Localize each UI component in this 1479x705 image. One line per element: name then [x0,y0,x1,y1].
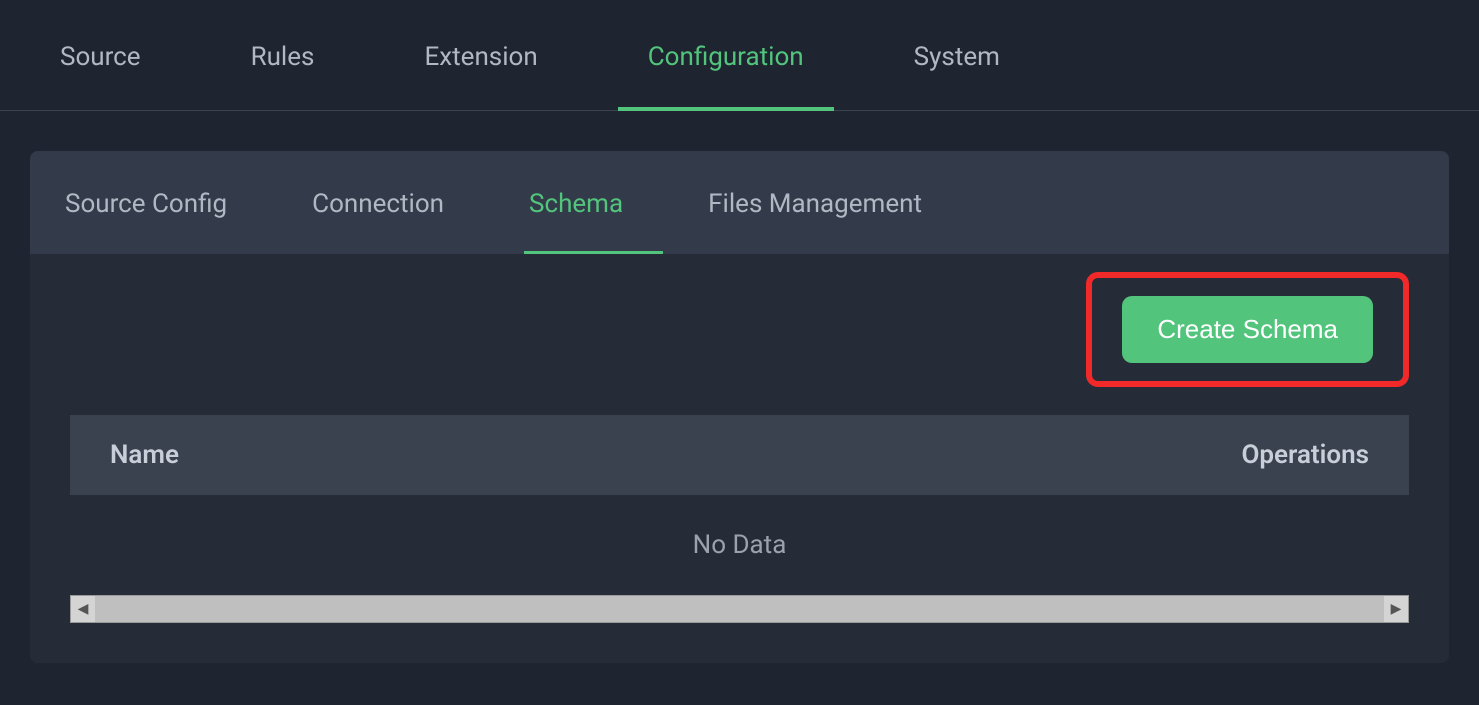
horizontal-scrollbar[interactable]: ◀ ▶ [70,595,1409,623]
scroll-left-icon[interactable]: ◀ [71,596,95,622]
sub-tab-connection[interactable]: Connection [312,151,474,254]
scrollbar-track[interactable] [95,596,1384,622]
main-tabs: Source Rules Extension Configuration Sys… [0,0,1479,111]
scroll-right-icon[interactable]: ▶ [1384,596,1408,622]
tab-configuration[interactable]: Configuration [618,0,834,110]
tab-source[interactable]: Source [30,0,171,110]
tab-system[interactable]: System [884,0,1030,110]
tab-extension[interactable]: Extension [394,0,567,110]
sub-tab-source-config[interactable]: Source Config [60,151,257,254]
sub-tab-schema[interactable]: Schema [529,151,653,254]
sub-tab-files-management[interactable]: Files Management [708,151,952,254]
panel-body: Create Schema Name Operations No Data ◀ … [30,254,1449,663]
tab-rules[interactable]: Rules [221,0,345,110]
create-schema-button[interactable]: Create Schema [1122,296,1373,363]
sub-tabs: Source Config Connection Schema Files Ma… [30,151,1449,254]
table-header: Name Operations [70,415,1409,495]
schema-table: Name Operations No Data ◀ ▶ [70,415,1409,623]
table-empty-state: No Data [70,495,1409,595]
highlight-annotation: Create Schema [1086,272,1409,387]
action-row: Create Schema [70,254,1409,405]
column-header-name: Name [110,440,179,470]
column-header-operations: Operations [1241,440,1369,470]
configuration-panel: Source Config Connection Schema Files Ma… [30,151,1449,663]
